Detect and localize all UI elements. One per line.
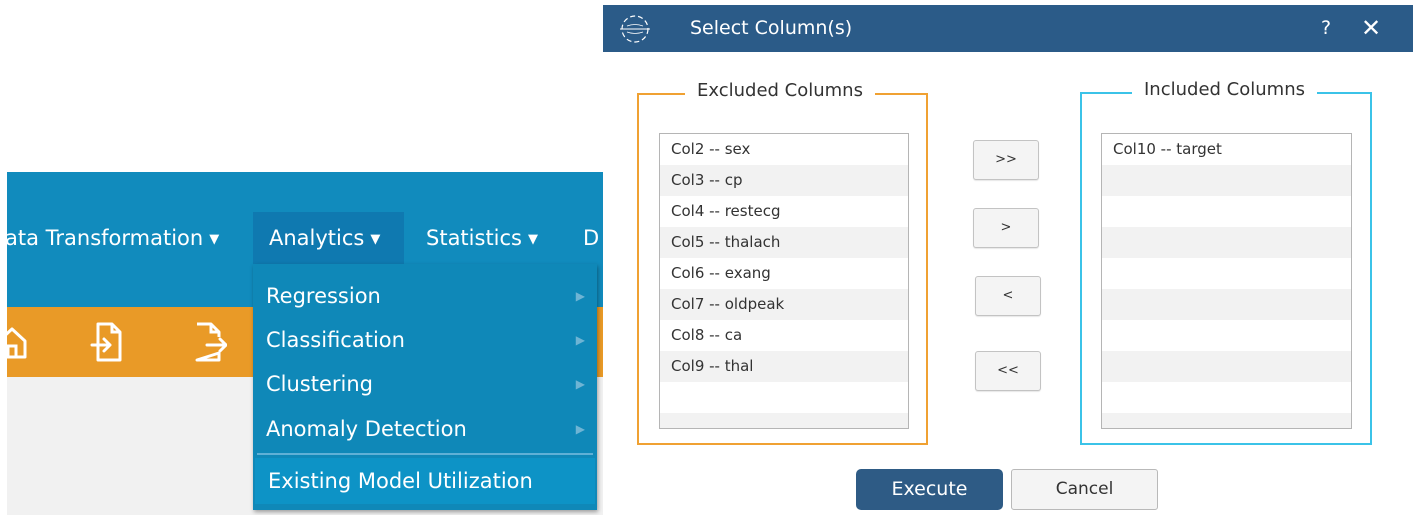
- app-window-crop: ata Transformation ▼ Analytics ▼ Statistic…: [0, 0, 603, 515]
- menu-item-clustering-label: Clustering: [266, 372, 374, 396]
- list-empty-row: [1102, 227, 1351, 258]
- list-empty-row: [1102, 351, 1351, 382]
- included-columns-group: Included Columns Col10 -- target: [1080, 79, 1372, 445]
- list-empty-row: [1102, 382, 1351, 413]
- dialog-title: Select Column(s): [690, 17, 853, 39]
- list-empty-row: [660, 382, 908, 413]
- list-empty-row: [1102, 320, 1351, 351]
- help-button[interactable]: ?: [1321, 5, 1331, 52]
- list-item[interactable]: Col3 -- cp: [660, 165, 908, 196]
- submenu-arrow-icon: ▶: [575, 333, 585, 347]
- menu-truncated[interactable]: D: [583, 212, 599, 265]
- excluded-columns-group: Excluded Columns Col2 -- sex Col3 -- cp Co…: [637, 80, 928, 445]
- menu-data-transformation-label: ata Transformation: [5, 226, 204, 250]
- import-icon[interactable]: [90, 321, 124, 363]
- list-empty-row: [660, 413, 908, 428]
- menu-item-regression-label: Regression: [266, 284, 381, 308]
- menu-item-existing-model-utilization[interactable]: Existing Model Utilization: [255, 458, 595, 504]
- list-empty-row: [1102, 258, 1351, 289]
- included-columns-label: Included Columns: [1132, 79, 1317, 100]
- menu-statistics-label: Statistics: [426, 226, 522, 250]
- menu-item-classification-label: Classification: [266, 328, 405, 352]
- list-item[interactable]: Col8 -- ca: [660, 320, 908, 351]
- close-icon[interactable]: ✕: [1361, 5, 1381, 52]
- caret-down-icon: ▼: [370, 232, 381, 247]
- menu-item-clustering[interactable]: Clustering ▶: [253, 362, 597, 406]
- remove-all-button[interactable]: <<: [975, 351, 1041, 391]
- cancel-button[interactable]: Cancel: [1011, 469, 1158, 510]
- submenu-arrow-icon: ▶: [575, 422, 585, 436]
- menu-item-anomaly-detection[interactable]: Anomaly Detection ▶: [253, 407, 597, 451]
- add-all-button[interactable]: >>: [973, 140, 1039, 180]
- analytics-dropdown-menu: Regression ▶ Classification ▶ Clustering…: [253, 264, 597, 510]
- caret-down-icon: ▼: [209, 232, 220, 247]
- menu-separator: [257, 453, 593, 455]
- caret-down-icon: ▼: [528, 232, 538, 247]
- app-logo-icon: [618, 12, 652, 46]
- list-item[interactable]: Col4 -- restecg: [660, 196, 908, 227]
- menu-item-regression[interactable]: Regression ▶: [253, 274, 597, 318]
- list-empty-row: [1102, 196, 1351, 227]
- menu-truncated-label: D: [583, 226, 600, 250]
- select-columns-dialog: Select Column(s) ? ✕ Excluded Columns Co…: [603, 5, 1413, 515]
- menu-analytics[interactable]: Analytics ▼: [253, 212, 404, 265]
- list-item[interactable]: Col9 -- thal: [660, 351, 908, 382]
- remove-selected-button[interactable]: <: [975, 276, 1041, 316]
- submenu-arrow-icon: ▶: [575, 377, 585, 391]
- home-icon[interactable]: [0, 321, 29, 363]
- excluded-columns-label: Excluded Columns: [685, 80, 875, 101]
- list-empty-row: [1102, 289, 1351, 320]
- execute-button[interactable]: Execute: [856, 469, 1003, 510]
- list-empty-row: [1102, 165, 1351, 196]
- list-item[interactable]: Col10 -- target: [1102, 134, 1351, 165]
- export-icon[interactable]: [193, 321, 228, 363]
- menu-item-classification[interactable]: Classification ▶: [253, 318, 597, 362]
- menu-item-anomaly-detection-label: Anomaly Detection: [266, 417, 467, 441]
- menu-data-transformation[interactable]: ata Transformation ▼: [5, 212, 219, 265]
- excluded-columns-list[interactable]: Col2 -- sex Col3 -- cp Col4 -- restecg Col5…: [659, 133, 909, 429]
- list-item[interactable]: Col6 -- exang: [660, 258, 908, 289]
- menu-analytics-label: Analytics: [269, 226, 365, 250]
- add-selected-button[interactable]: >: [973, 208, 1039, 248]
- list-empty-row: [1102, 413, 1351, 428]
- menu-item-existing-model-utilization-label: Existing Model Utilization: [268, 469, 533, 493]
- dialog-titlebar: Select Column(s) ? ✕: [603, 5, 1413, 52]
- list-item[interactable]: Col5 -- thalach: [660, 227, 908, 258]
- included-columns-list[interactable]: Col10 -- target: [1101, 133, 1352, 429]
- list-item[interactable]: Col7 -- oldpeak: [660, 289, 908, 320]
- menu-statistics[interactable]: Statistics ▼: [426, 212, 538, 265]
- submenu-arrow-icon: ▶: [575, 289, 585, 303]
- list-item[interactable]: Col2 -- sex: [660, 134, 908, 165]
